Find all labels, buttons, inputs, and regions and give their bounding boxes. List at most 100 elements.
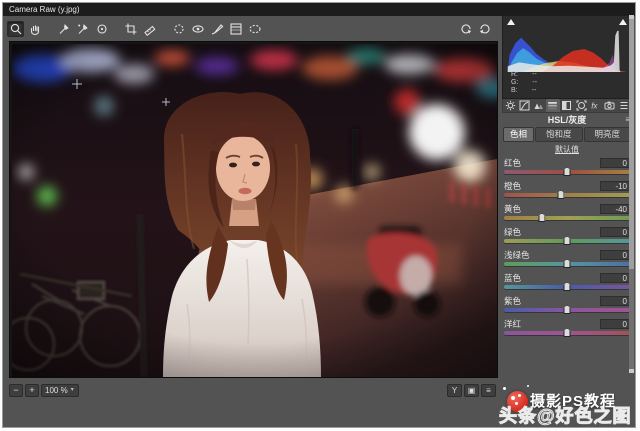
panel-scrollbar[interactable] [629,15,634,373]
slider-value-input[interactable]: -10 [600,181,630,191]
zoom-level-dropdown[interactable]: 100 % ▾ [41,384,79,397]
slider-value-input[interactable]: 0 [600,296,630,306]
rotate-left-tool-button[interactable] [457,20,474,36]
hue-slider-蓝色: 蓝色 0 [504,272,630,289]
slider-track[interactable] [504,193,630,197]
hsl-subtabs: 色相 饱和度 明亮度 [503,127,631,142]
slider-thumb[interactable] [564,328,571,337]
histogram: R:--G:--B:-- [502,15,632,99]
shadow-clipping-icon[interactable] [507,19,515,25]
tool-toolbar [7,20,499,38]
hue-slider-绿色: 绿色 0 [504,226,630,243]
tab-tone-curve[interactable] [517,99,531,112]
rgb-channel-value: -- [532,87,537,95]
hue-slider-紫色: 紫色 0 [504,295,630,312]
slider-thumb[interactable] [564,167,571,176]
chevron-down-icon: ▾ [71,385,74,396]
photo-preview[interactable] [12,44,497,377]
slider-value-input[interactable]: 0 [600,250,630,260]
tab-camera-calibration[interactable] [603,99,617,112]
slider-thumb[interactable] [557,190,564,199]
slider-track[interactable] [504,170,630,174]
default-values-link[interactable]: 默认值 [555,145,579,154]
histogram-chart [505,28,629,72]
color-sampler-tool-button[interactable] [74,21,91,37]
rgb-channel-value: -- [532,71,537,79]
slider-label: 绿色 [504,226,521,238]
hand-tool-button[interactable] [26,21,43,37]
zoom-controls: − + 100 % ▾ [9,384,79,397]
slider-label: 紫色 [504,295,521,307]
slider-thumb[interactable] [564,282,571,291]
slider-value-input[interactable]: -40 [600,204,630,214]
zoom-tool-button[interactable] [7,21,24,37]
subtab-hue[interactable]: 色相 [503,127,534,142]
slider-track[interactable] [504,331,630,335]
watermark-line2: 头条@好色之图 [499,402,632,428]
tab-effects[interactable]: fx [588,99,602,112]
scrollbar-thumb[interactable] [629,19,634,269]
preview-menu-button[interactable]: ≡ [481,384,496,397]
slider-label: 红色 [504,157,521,169]
slider-track[interactable] [504,216,630,220]
hue-slider-橙色: 橙色 -10 [504,180,630,197]
highlight-clipping-icon[interactable] [619,19,627,25]
rotate-tools [457,20,493,36]
slider-label: 洋红 [504,318,521,330]
red-eye-tool-button[interactable] [189,21,206,37]
radial-filter-tool-button[interactable] [246,21,263,37]
hue-slider-浅绿色: 浅绿色 0 [504,249,630,266]
scroll-down-arrow[interactable] [629,369,634,373]
before-after-swap-button[interactable]: ▣ [464,384,479,397]
spot-removal-tool-button[interactable] [170,21,187,37]
slider-track[interactable] [504,308,630,312]
zoom-in-button[interactable]: + [25,384,39,397]
slider-label: 蓝色 [504,272,521,284]
preview-bottom-bar: − + 100 % ▾ Y▣≡ [9,382,498,398]
slider-label: 浅绿色 [504,249,530,261]
hue-slider-黄色: 黄色 -40 [504,203,630,220]
targeted-adjustment-tool-button[interactable] [93,21,110,37]
rotate-right-tool-button[interactable] [476,20,493,36]
rgb-readout: R:--G:--B:-- [511,71,537,95]
crop-tool-button[interactable] [122,21,139,37]
before-after-toggle-button[interactable]: Y [447,384,462,397]
panel-tab-bar: fx [502,99,632,113]
rgb-channel-value: -- [532,79,537,87]
slider-thumb[interactable] [564,236,571,245]
tab-detail[interactable] [531,99,545,112]
slider-value-input[interactable]: 0 [600,158,630,168]
tab-basic[interactable] [503,99,517,112]
slider-value-input[interactable]: 0 [600,319,630,329]
white-balance-tool-button[interactable] [55,21,72,37]
before-after-controls: Y▣≡ [447,384,496,397]
panel-title-row: HSL/灰度 ≡ [502,113,632,127]
photo-night-portrait [12,44,497,377]
rgb-readout-row: R:-- [511,71,537,79]
watermark-line1: 摄影PS教程 [530,390,616,411]
rgb-channel-label: B: [511,87,518,94]
screenshot-root: Camera Raw (y.jpg) [0,0,640,431]
adjustment-brush-tool-button[interactable] [208,21,225,37]
hue-slider-洋红: 洋红 0 [504,318,630,335]
graduated-filter-tool-button[interactable] [227,21,244,37]
slider-value-input[interactable]: 0 [600,273,630,283]
tab-lens-corrections[interactable] [574,99,588,112]
slider-track[interactable] [504,262,630,266]
rgb-readout-row: B: -- [511,87,537,95]
default-link-row: 默认值 [502,142,632,156]
subtab-saturation[interactable]: 饱和度 [535,127,583,142]
slider-thumb[interactable] [564,259,571,268]
slider-label: 黄色 [504,203,521,215]
subtab-luminance[interactable]: 明亮度 [584,127,632,142]
slider-track[interactable] [504,285,630,289]
straighten-tool-button[interactable] [141,21,158,37]
zoom-out-button[interactable]: − [9,384,23,397]
slider-track[interactable] [504,239,630,243]
slider-value-input[interactable]: 0 [600,227,630,237]
slider-thumb[interactable] [538,213,545,222]
tab-hsl-grayscale[interactable] [546,99,560,112]
panel-title: HSL/灰度 [548,115,587,125]
tab-split-toning[interactable] [560,99,574,112]
slider-thumb[interactable] [564,305,571,314]
